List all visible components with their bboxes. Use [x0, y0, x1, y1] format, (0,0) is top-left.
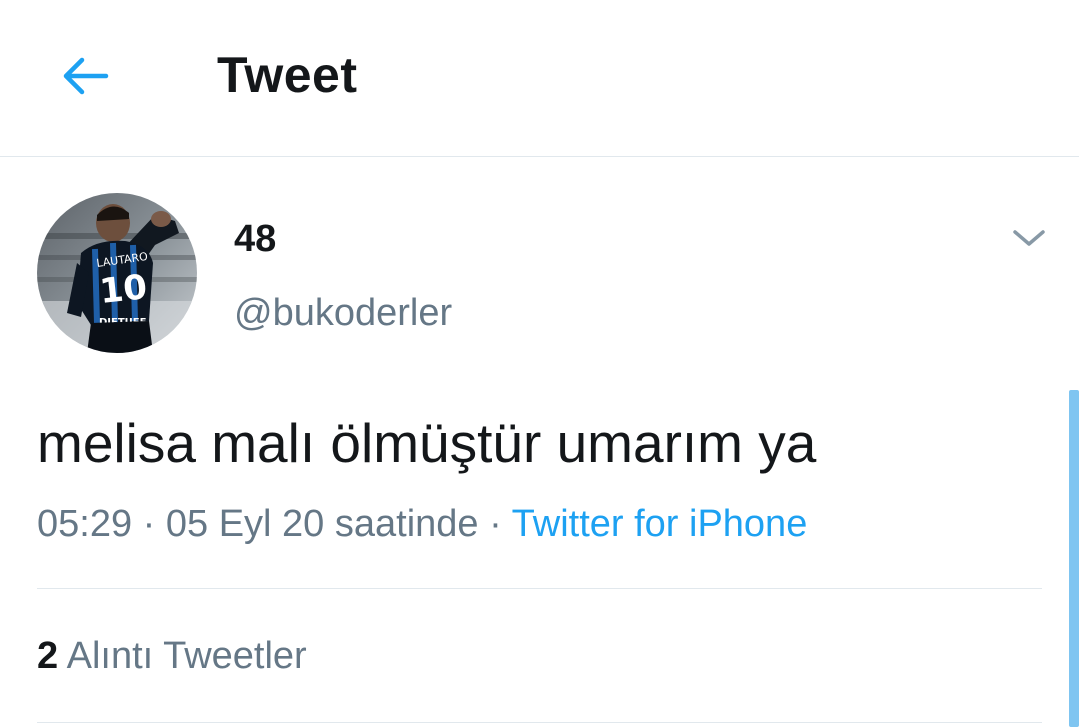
quote-label: Alıntı Tweetler: [66, 635, 307, 677]
page-title: Tweet: [217, 47, 358, 103]
scrollbar[interactable]: [1069, 390, 1079, 727]
arrow-left-icon: [63, 57, 109, 95]
quote-tweets-link[interactable]: 2 Alıntı Tweetler: [37, 632, 307, 680]
divider: [37, 722, 1042, 723]
tweet-date: 05 Eyl 20 saatinde: [165, 503, 479, 545]
meta-separator: ·: [489, 503, 502, 545]
author-handle[interactable]: @bukoderler: [234, 290, 452, 336]
back-button[interactable]: [52, 48, 116, 104]
tweet-meta: 05:29 · 05 Eyl 20 saatinde · Twitter for…: [37, 500, 807, 548]
chevron-down-icon: [1013, 230, 1045, 246]
author-display-name[interactable]: 48: [234, 216, 276, 262]
avatar-image: LAUTARO 10 DIFTUEE: [37, 193, 197, 353]
tweet-text: melisa malı ölmüştür umarım ya: [37, 412, 817, 474]
tweet-source-link[interactable]: Twitter for iPhone: [512, 503, 808, 545]
divider: [37, 588, 1042, 589]
app-header: Tweet: [0, 0, 1079, 157]
avatar[interactable]: LAUTARO 10 DIFTUEE: [37, 193, 197, 353]
meta-separator: ·: [142, 503, 156, 545]
quote-count: 2: [37, 635, 59, 677]
tweet-options-button[interactable]: [1004, 218, 1054, 258]
tweet-time: 05:29: [37, 503, 133, 545]
svg-text:10: 10: [98, 267, 149, 312]
